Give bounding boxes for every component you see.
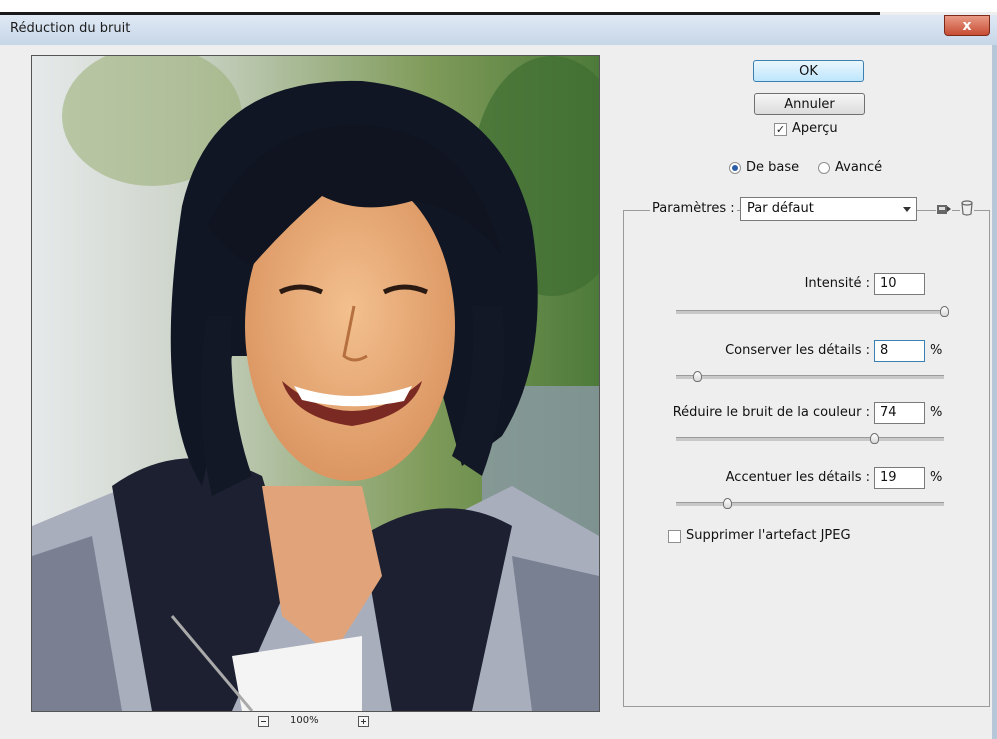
radio-advanced[interactable] [818,162,830,174]
radio-basic[interactable] [729,162,741,174]
jpeg-artifact-label: Supprimer l'artefact JPEG [686,528,851,543]
portrait-photo [32,56,599,711]
window-edge [992,45,997,739]
sharpen-details-unit: % [930,470,943,485]
preserve-details-label: Conserver les détails : [725,343,870,358]
intensity-input[interactable]: 10 [874,273,925,295]
ok-button[interactable]: OK [753,60,864,82]
title-bar[interactable] [0,15,997,45]
preserve-details-slider[interactable] [676,371,944,382]
dialog-title: Réduction du bruit [10,21,131,36]
radio-basic-label: De base [746,160,800,175]
reduce-color-noise-label: Réduire le bruit de la couleur : [672,405,870,420]
cancel-button[interactable]: Annuler [754,93,865,115]
reduce-color-noise-unit: % [930,405,943,420]
settings-select-value: Par défaut [747,201,814,216]
close-button[interactable]: x [944,15,990,36]
noise-reduction-dialog: Réduction du bruit x 100% OK Annuler ✓ A… [0,0,997,739]
zoom-out-button[interactable] [258,716,269,727]
intensity-label: Intensité : [804,276,870,291]
radio-advanced-label: Avancé [835,160,883,175]
preserve-details-unit: % [930,343,943,358]
sharpen-details-slider[interactable] [676,498,944,509]
sharpen-details-input[interactable]: 19 [874,467,925,489]
save-settings-icon[interactable] [936,201,952,215]
preserve-details-slider-thumb[interactable] [693,371,703,382]
zoom-level: 100% [290,715,319,726]
intensity-slider[interactable] [676,306,949,317]
top-band [0,0,997,12]
reduce-color-noise-slider[interactable] [676,433,944,444]
preview-checkbox-label: Aperçu [792,121,838,136]
sharpen-details-label: Accentuer les détails : [725,470,870,485]
chevron-down-icon [903,207,911,212]
jpeg-artifact-checkbox[interactable] [668,530,681,543]
settings-label: Paramètres : [650,201,737,216]
trash-icon[interactable] [960,200,974,216]
preview-image[interactable] [31,55,600,712]
intensity-slider-thumb[interactable] [940,306,949,317]
sharpen-details-slider-thumb[interactable] [722,498,732,509]
preserve-details-input[interactable]: 8 [874,340,925,362]
preview-checkbox[interactable]: ✓ [774,123,787,136]
settings-select[interactable]: Par défaut [740,197,917,221]
zoom-in-button[interactable] [358,716,369,727]
reduce-color-noise-input[interactable]: 74 [874,402,925,424]
reduce-color-noise-slider-thumb[interactable] [870,433,880,444]
